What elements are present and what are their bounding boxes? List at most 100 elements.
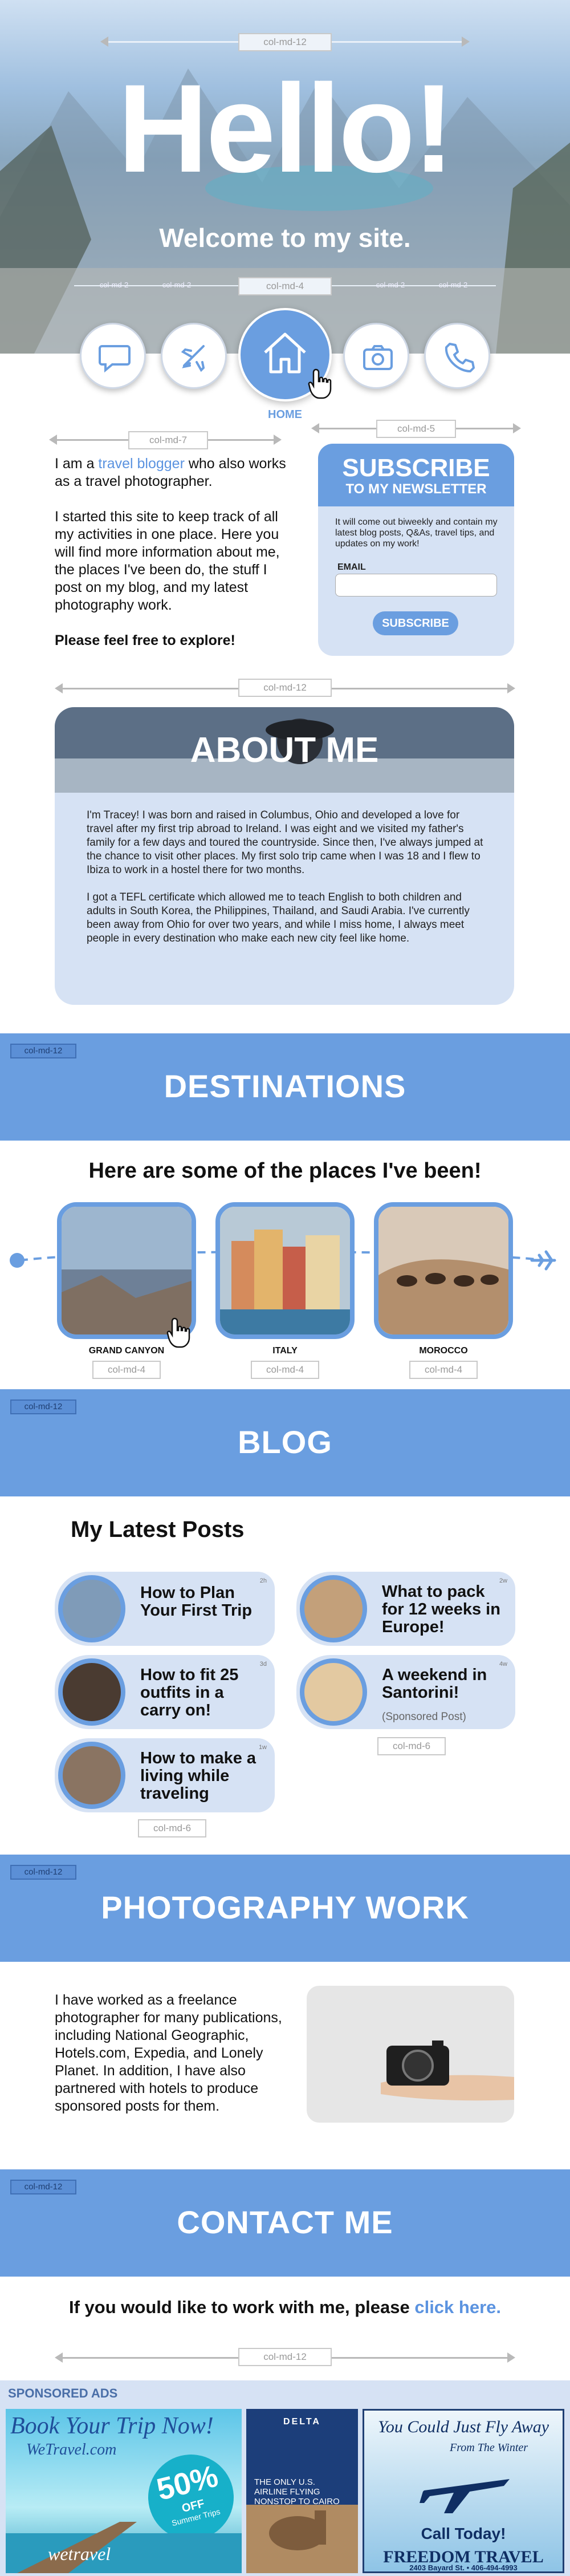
intro-para2: I started this site to keep track of all… [55, 509, 280, 613]
ad-camel-image [246, 2505, 358, 2573]
blog-post-card[interactable]: 1w How to make a living while traveling [55, 1738, 275, 1812]
airplane-icon [181, 345, 205, 372]
ad-brand: wetravel [48, 2543, 111, 2564]
destination-card-italy[interactable] [215, 1202, 355, 1339]
about-card: ABOUT ME I'm Tracey! I was born and rais… [55, 707, 514, 1005]
sponsored-ads-bar: SPONSORED ADS Book Your Trip Now! WeTrav… [0, 2380, 570, 2576]
photography-title: PHOTOGRAPHY WORK [101, 1889, 469, 1925]
nav-home-button[interactable] [238, 308, 332, 401]
ad-address: 2403 Bayard St. • 406-494-4993 [409, 2563, 518, 2572]
contact-title: CONTACT ME [177, 2204, 393, 2240]
ad-title: You Could Just Fly Away [377, 2417, 549, 2436]
grid-tag: col-md-5 [376, 420, 456, 438]
post-title: A weekend in Santorini! [382, 1666, 487, 1702]
email-field[interactable] [335, 574, 497, 597]
post-title: How to fit 25 outfits in a carry on! [140, 1666, 239, 1719]
grid-tag: col-md-12 [238, 33, 332, 51]
camera-icon [363, 345, 393, 370]
phone-icon [445, 343, 475, 372]
blog-post-card[interactable]: 2h How to Plan Your First Trip [55, 1572, 275, 1646]
grid-tag: col-md-2 [376, 281, 405, 289]
subscribe-button[interactable]: SUBSCRIBE [373, 611, 458, 635]
ad-brand: DELTA [283, 2417, 321, 2427]
post-title: How to make a living while traveling [140, 1749, 256, 1803]
ad-text: THE ONLY U.S. AIRLINE FLYING NONSTOP TO … [254, 2477, 340, 2506]
post-thumbnail [58, 1742, 125, 1809]
blog-post-card[interactable]: 4w A weekend in Santorini! (Sponsored Po… [296, 1655, 515, 1729]
grid-tag: col-md-12 [10, 2180, 76, 2194]
destinations-banner: col-md-12 DESTINATIONS [0, 1033, 570, 1141]
intro-text: I am a travel blogger who also works as … [55, 455, 294, 650]
morocco-image [378, 1207, 508, 1334]
newsletter-subtitle: TO MY NEWSLETTER [345, 481, 487, 497]
grid-tag: col-md-7 [128, 431, 208, 449]
post-title: How to Plan Your First Trip [140, 1584, 253, 1620]
airplane-icon [530, 1250, 556, 1271]
nav-chat-button[interactable] [80, 323, 146, 389]
grid-tag: col-md-2 [162, 281, 192, 289]
sponsored-ads-label: SPONSORED ADS [8, 2386, 118, 2400]
grid-tag: col-md-12 [10, 1399, 76, 1414]
grid-tag: col-md-6 [138, 1819, 206, 1837]
grid-tag: col-md-12 [10, 1865, 76, 1880]
destinations-heading: Here are some of the places I've been! [88, 1159, 482, 1183]
chat-icon [99, 345, 131, 373]
nav-travel-button[interactable] [161, 323, 227, 389]
post-thumbnail [300, 1575, 367, 1642]
about-title: ABOUT ME [190, 731, 379, 770]
newsletter-body: It will come out biweekly and contain my… [335, 517, 498, 549]
post-time: 2h [259, 1577, 267, 1584]
photography-text: I have worked as a freelance photographe… [55, 1992, 282, 2114]
cursor-hand-icon [166, 1317, 190, 1348]
blog-title: BLOG [238, 1424, 332, 1460]
ad-dock-image [6, 2522, 242, 2573]
home-icon [264, 332, 306, 374]
ad-url: WeTravel.com [26, 2441, 117, 2459]
post-thumbnail [58, 1658, 125, 1726]
hero: col-md-12 Hello! Welcome to my site. col… [0, 0, 570, 354]
grid-tag: col-md-12 [238, 2348, 332, 2366]
post-thumbnail [300, 1658, 367, 1726]
grid-tag: col-md-4 [92, 1361, 161, 1379]
ad-wetravel[interactable]: Book Your Trip Now! WeTravel.com 50% OFF… [6, 2409, 242, 2573]
grid-tag: col-md-4 [409, 1361, 478, 1379]
italy-image [220, 1207, 350, 1334]
post-sponsored-tag: (Sponsored Post) [382, 1711, 466, 1723]
grid-tag: col-md-2 [438, 281, 468, 289]
nav-home-label: HOME [268, 408, 302, 421]
cursor-hand-icon [308, 368, 332, 399]
about-para2: I got a TEFL certificate which allowed m… [87, 891, 470, 944]
travel-blogger-link[interactable]: travel blogger [98, 456, 184, 472]
blog-post-card[interactable]: 3d How to fit 25 outfits in a carry on! [55, 1655, 275, 1729]
contact-banner: col-md-12 CONTACT ME [0, 2169, 570, 2277]
about-para1: I'm Tracey! I was born and raised in Col… [87, 809, 483, 876]
nav-photography-button[interactable] [343, 323, 409, 389]
grid-tag: col-md-2 [99, 281, 129, 289]
ad-title: Book Your Trip Now! [10, 2413, 214, 2439]
grid-tag: col-md-4 [238, 277, 332, 295]
grid-tag: col-md-4 [251, 1361, 319, 1379]
intro-line1: I am a travel blogger who also works as … [55, 456, 286, 489]
contact-link[interactable]: click here. [414, 2297, 501, 2317]
about-text: I'm Tracey! I was born and raised in Col… [87, 809, 486, 946]
contact-line: If you would like to work with me, pleas… [69, 2297, 501, 2317]
nav-contact-button[interactable] [424, 323, 490, 389]
destinations-title: DESTINATIONS [164, 1068, 406, 1104]
page: col-md-12 Hello! Welcome to my site. col… [0, 0, 570, 2576]
grid-tag: col-md-6 [377, 1737, 446, 1755]
grand-canyon-image [62, 1207, 192, 1334]
airplane-icon [420, 2479, 510, 2513]
blog-post-card[interactable]: 2w What to pack for 12 weeks in Europe! [296, 1572, 515, 1646]
destination-card-morocco[interactable] [374, 1202, 513, 1339]
ad-subtitle: From The Winter [450, 2441, 528, 2454]
photography-image [307, 1986, 514, 2123]
newsletter-box: SUBSCRIBE TO MY NEWSLETTER It will come … [318, 444, 514, 656]
grid-tag: col-md-12 [238, 679, 332, 697]
ad-freedom-travel[interactable]: You Could Just Fly Away From The Winter … [363, 2409, 564, 2573]
email-label: EMAIL [337, 562, 366, 572]
grid-tag: col-md-12 [10, 1044, 76, 1058]
ad-call: Call Today! [421, 2525, 506, 2542]
ad-delta[interactable]: DELTA THE ONLY U.S. AIRLINE FLYING NONST… [246, 2409, 358, 2573]
destination-label: MOROCCO [419, 1346, 468, 1356]
camera-hand-image [381, 2040, 514, 2101]
